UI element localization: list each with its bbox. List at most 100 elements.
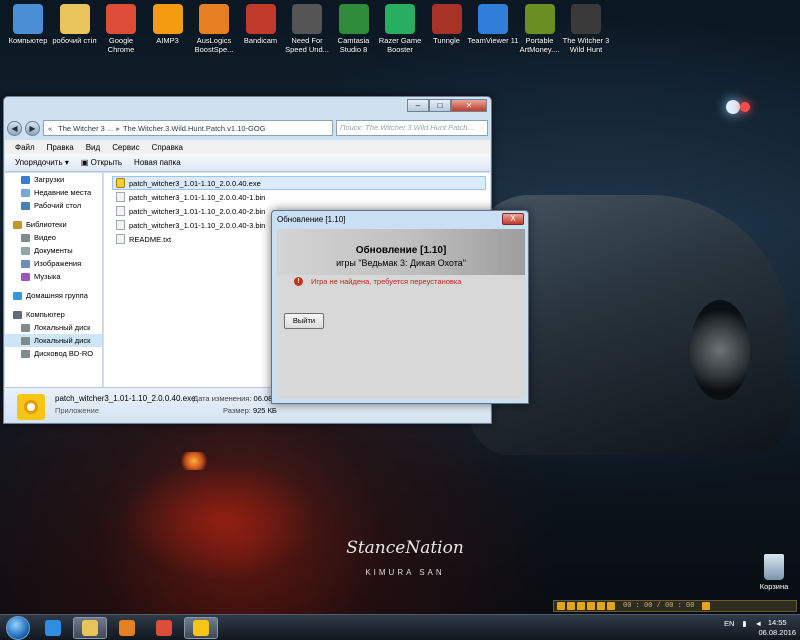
file-row[interactable]: patch_witcher3_1.01-1.10_2.0.0.40.exe [112, 176, 486, 190]
sidebar-item[interactable]: Библиотеки [5, 218, 102, 231]
volume-icon[interactable] [702, 602, 711, 610]
sidebar-item[interactable]: Домашняя группа [5, 289, 102, 302]
sidebar-item[interactable]: Локальный диск [5, 334, 102, 347]
network-icon[interactable]: ▮ [742, 619, 746, 628]
ie-icon [45, 619, 61, 636]
sidebar-item[interactable]: Недавние места [5, 186, 102, 199]
auslogics-icon [199, 4, 229, 34]
search-input[interactable]: Поиск: The.Witcher.3.Wild.Hunt.Patch.... [336, 120, 488, 136]
sidebar-item[interactable]: Документы [5, 244, 102, 257]
desktop-shortcut[interactable]: Компьютер [2, 4, 54, 45]
computer-icon [13, 4, 43, 34]
sidebar-item-label: Рабочий стол [34, 201, 82, 210]
navigation-pane[interactable]: Загрузки Недавние места Рабочий стол Библио… [5, 173, 103, 387]
camtasia-icon [338, 4, 369, 34]
sidebar-item[interactable]: Загрузки [5, 173, 102, 186]
sidebar-item[interactable]: Дисковод BD-RO [5, 347, 102, 360]
update-dialog[interactable]: Обновление [1.10] X Обновление [1.10] иг… [271, 210, 529, 404]
desktop-shortcut[interactable]: Razer Game Booster [374, 4, 426, 54]
sidebar-item-icon [21, 272, 30, 281]
next-icon[interactable] [597, 602, 605, 610]
desktop-shortcut-label: AusLogics BoostSpe... [194, 36, 234, 54]
taskbar-app-button[interactable] [36, 617, 70, 639]
desktop-shortcut[interactable]: Camtasia Studio 8 [328, 4, 380, 54]
sidebar-item-icon [21, 175, 30, 184]
organize-button[interactable]: Упорядочить ▾ [15, 158, 69, 167]
language-indicator[interactable]: EN [724, 619, 734, 628]
file-row[interactable]: patch_witcher3_1.01-1.10_2.0.0.40-1.bin [104, 190, 490, 204]
desktop-shortcut[interactable]: The Witcher 3 Wild Hunt [560, 4, 612, 54]
new-folder-button[interactable]: Новая папка [134, 158, 181, 167]
sidebar-item-label: Музыка [34, 272, 61, 281]
menu-edit[interactable]: Правка [47, 143, 74, 152]
date-label: Дата изменения: [193, 394, 252, 403]
taskbar-app-button[interactable] [147, 617, 181, 639]
taskbar-app-button[interactable] [73, 616, 107, 639]
desktop-shortcut[interactable]: Tunngle [421, 4, 473, 45]
desktop-shortcut-label: The Witcher 3 Wild Hunt [562, 36, 610, 54]
minimize-button[interactable]: – [407, 99, 429, 112]
dialog-title: Обновление [1.10] [277, 215, 346, 224]
stancenation-logo: StanceNation [346, 538, 464, 558]
desktop-shortcut[interactable]: Bandicam [235, 4, 287, 45]
sidebar-item-label: Загрузки [34, 175, 65, 184]
recycle-bin[interactable]: Корзина [752, 554, 796, 591]
desktop-shortcut[interactable]: AIMP3 [142, 4, 194, 45]
breadcrumb-separator-icon: ▸ [116, 123, 120, 133]
prev-icon[interactable] [557, 602, 565, 610]
desktop-shortcut[interactable]: Google Chrome [95, 4, 147, 54]
dialog-heading: Обновление [1.10] [355, 245, 447, 256]
desktop-shortcut-label: Need For Speed Und... [285, 36, 329, 54]
menu-tools[interactable]: Сервис [112, 143, 139, 152]
start-button[interactable] [6, 615, 30, 640]
open-media-icon[interactable] [607, 602, 615, 610]
sidebar-item-icon [21, 201, 30, 210]
open-button[interactable]: ▣ Открыть [81, 158, 122, 167]
sidebar-item[interactable]: Рабочий стол [5, 199, 102, 212]
witcher-icon [571, 4, 601, 34]
taskbar-app-button[interactable] [184, 616, 218, 639]
sidebar-item[interactable]: Изображения [5, 257, 102, 270]
sidebar-item-label: Локальный диск [34, 323, 91, 332]
address-bar[interactable]: « The Witcher 3 ... ▸ The.Witcher.3.Wild… [43, 120, 333, 136]
close-button[interactable]: ✕ [451, 99, 487, 112]
desktop-shortcut[interactable]: TeamViewer 11 [467, 4, 519, 45]
sidebar-item-label: Изображения [34, 259, 82, 268]
sidebar-item-icon [13, 220, 22, 229]
menu-view[interactable]: Вид [86, 143, 100, 152]
explorer-folder-icon [82, 619, 98, 636]
dialog-close-button[interactable]: X [502, 213, 524, 225]
desktop-shortcut[interactable]: Need For Speed Und... [281, 4, 333, 54]
file-name: patch_witcher3_1.01-1.10_2.0.0.40-1.bin [129, 192, 266, 202]
desktop-shortcut[interactable]: робочий стіл [49, 4, 101, 45]
sidebar-item[interactable]: Локальный диск [5, 321, 102, 334]
back-arrow-icon[interactable]: ◀ [7, 120, 22, 136]
taskbar-app-button[interactable] [110, 617, 144, 639]
clock[interactable]: 14:55 06.08.2016 [758, 618, 796, 638]
sidebar-item-label: Документы [34, 246, 73, 255]
sidebar-item[interactable]: Музыка [5, 270, 102, 283]
desktop-shortcut[interactable]: Portable ArtMoney.... [514, 4, 566, 54]
desktop-shortcut[interactable]: AusLogics BoostSpe... [188, 4, 240, 54]
media-player-bar[interactable]: 00 : 00 / 00 : 00 [553, 600, 797, 612]
maximize-button[interactable]: □ [429, 99, 451, 112]
city-light-red [740, 102, 750, 112]
dialog-subheading: игры "Ведьмак 3: Дикая Охота" [336, 258, 466, 268]
sidebar-item[interactable]: Видео [5, 231, 102, 244]
address-chevron-icon: « [48, 123, 53, 133]
folder-icon [59, 4, 90, 34]
tail-light [180, 452, 208, 470]
desktop-shortcut-label: Tunngle [433, 36, 460, 45]
pause-icon[interactable] [577, 602, 585, 610]
stop-icon[interactable] [587, 602, 595, 610]
menu-file[interactable]: Файл [15, 143, 35, 152]
city-light [726, 100, 740, 114]
breadcrumb-item[interactable]: The.Witcher.3.Wild.Hunt.Patch.v1.10-GOG [123, 124, 266, 133]
menu-help[interactable]: Справка [152, 143, 183, 152]
breadcrumb-item[interactable]: The Witcher 3 ... [58, 124, 113, 133]
desktop-shortcut-label: Razer Game Booster [378, 36, 422, 54]
exit-button[interactable]: Выйти [284, 313, 324, 329]
sidebar-item[interactable]: Компьютер [5, 308, 102, 321]
forward-arrow-icon[interactable]: ▶ [25, 120, 40, 136]
play-icon[interactable] [567, 602, 575, 610]
